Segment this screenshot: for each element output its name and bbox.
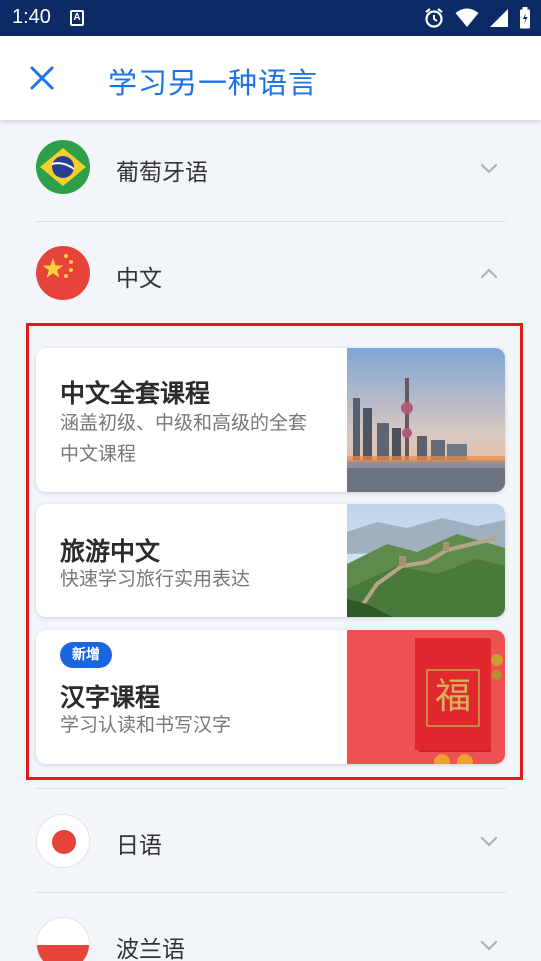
status-icons [423,7,531,29]
china-flag-icon [36,246,90,300]
wifi-icon [455,8,479,27]
course-card-full-chinese[interactable]: 中文全套课程 涵盖初级、中级和高级的全套中文课程 [36,348,505,492]
battery-icon [520,7,530,29]
language-label: 日语 [116,833,162,859]
chevron-up-icon [480,268,498,279]
status-time: 1:40 [12,6,51,28]
language-item-japanese[interactable]: 日语 [36,793,506,897]
new-badge: 新增 [60,642,112,668]
close-icon [30,66,54,90]
signal-icon [490,9,508,27]
language-item-polish[interactable]: 波兰语 [36,897,506,961]
notification-icon: A [70,10,84,26]
course-description: 快速学习旅行实用表达 [60,568,251,590]
divider [36,221,506,222]
alarm-icon [425,8,443,28]
language-item-portuguese[interactable]: 葡萄牙语 [36,120,506,224]
divider [36,788,506,789]
city-skyline-image [347,348,505,492]
course-title: 旅游中文 [60,537,161,566]
chevron-down-icon [480,163,498,174]
course-card-travel-chinese[interactable]: 旅游中文 快速学习旅行实用表达 [36,504,505,617]
fu-character: 福 [435,676,471,717]
page-title: 学习另一种语言 [108,66,319,100]
divider [36,892,506,893]
red-envelope-image: 福 [347,630,505,764]
language-label: 中文 [116,266,162,292]
chevron-down-icon [480,836,498,847]
chevron-down-icon [480,940,498,951]
language-label: 葡萄牙语 [116,160,208,186]
japan-flag-icon [36,814,90,868]
great-wall-image [347,504,505,617]
poland-flag-icon [36,917,90,961]
language-label: 波兰语 [116,937,185,961]
language-item-chinese[interactable]: 中文 [36,226,506,330]
status-bar: 1:40 A [0,0,541,36]
course-card-hanzi[interactable]: 新增 汉字课程 学习认读和书写汉字 福 [36,630,505,764]
course-description: 学习认读和书写汉字 [60,714,232,736]
course-description: 涵盖初级、中级和高级的全套中文课程 [60,412,308,465]
course-title: 中文全套课程 [60,379,211,408]
brazil-flag-icon [36,140,90,194]
close-button[interactable] [26,62,58,94]
app-bar: 学习另一种语言 [0,36,541,120]
course-title: 汉字课程 [60,683,161,712]
